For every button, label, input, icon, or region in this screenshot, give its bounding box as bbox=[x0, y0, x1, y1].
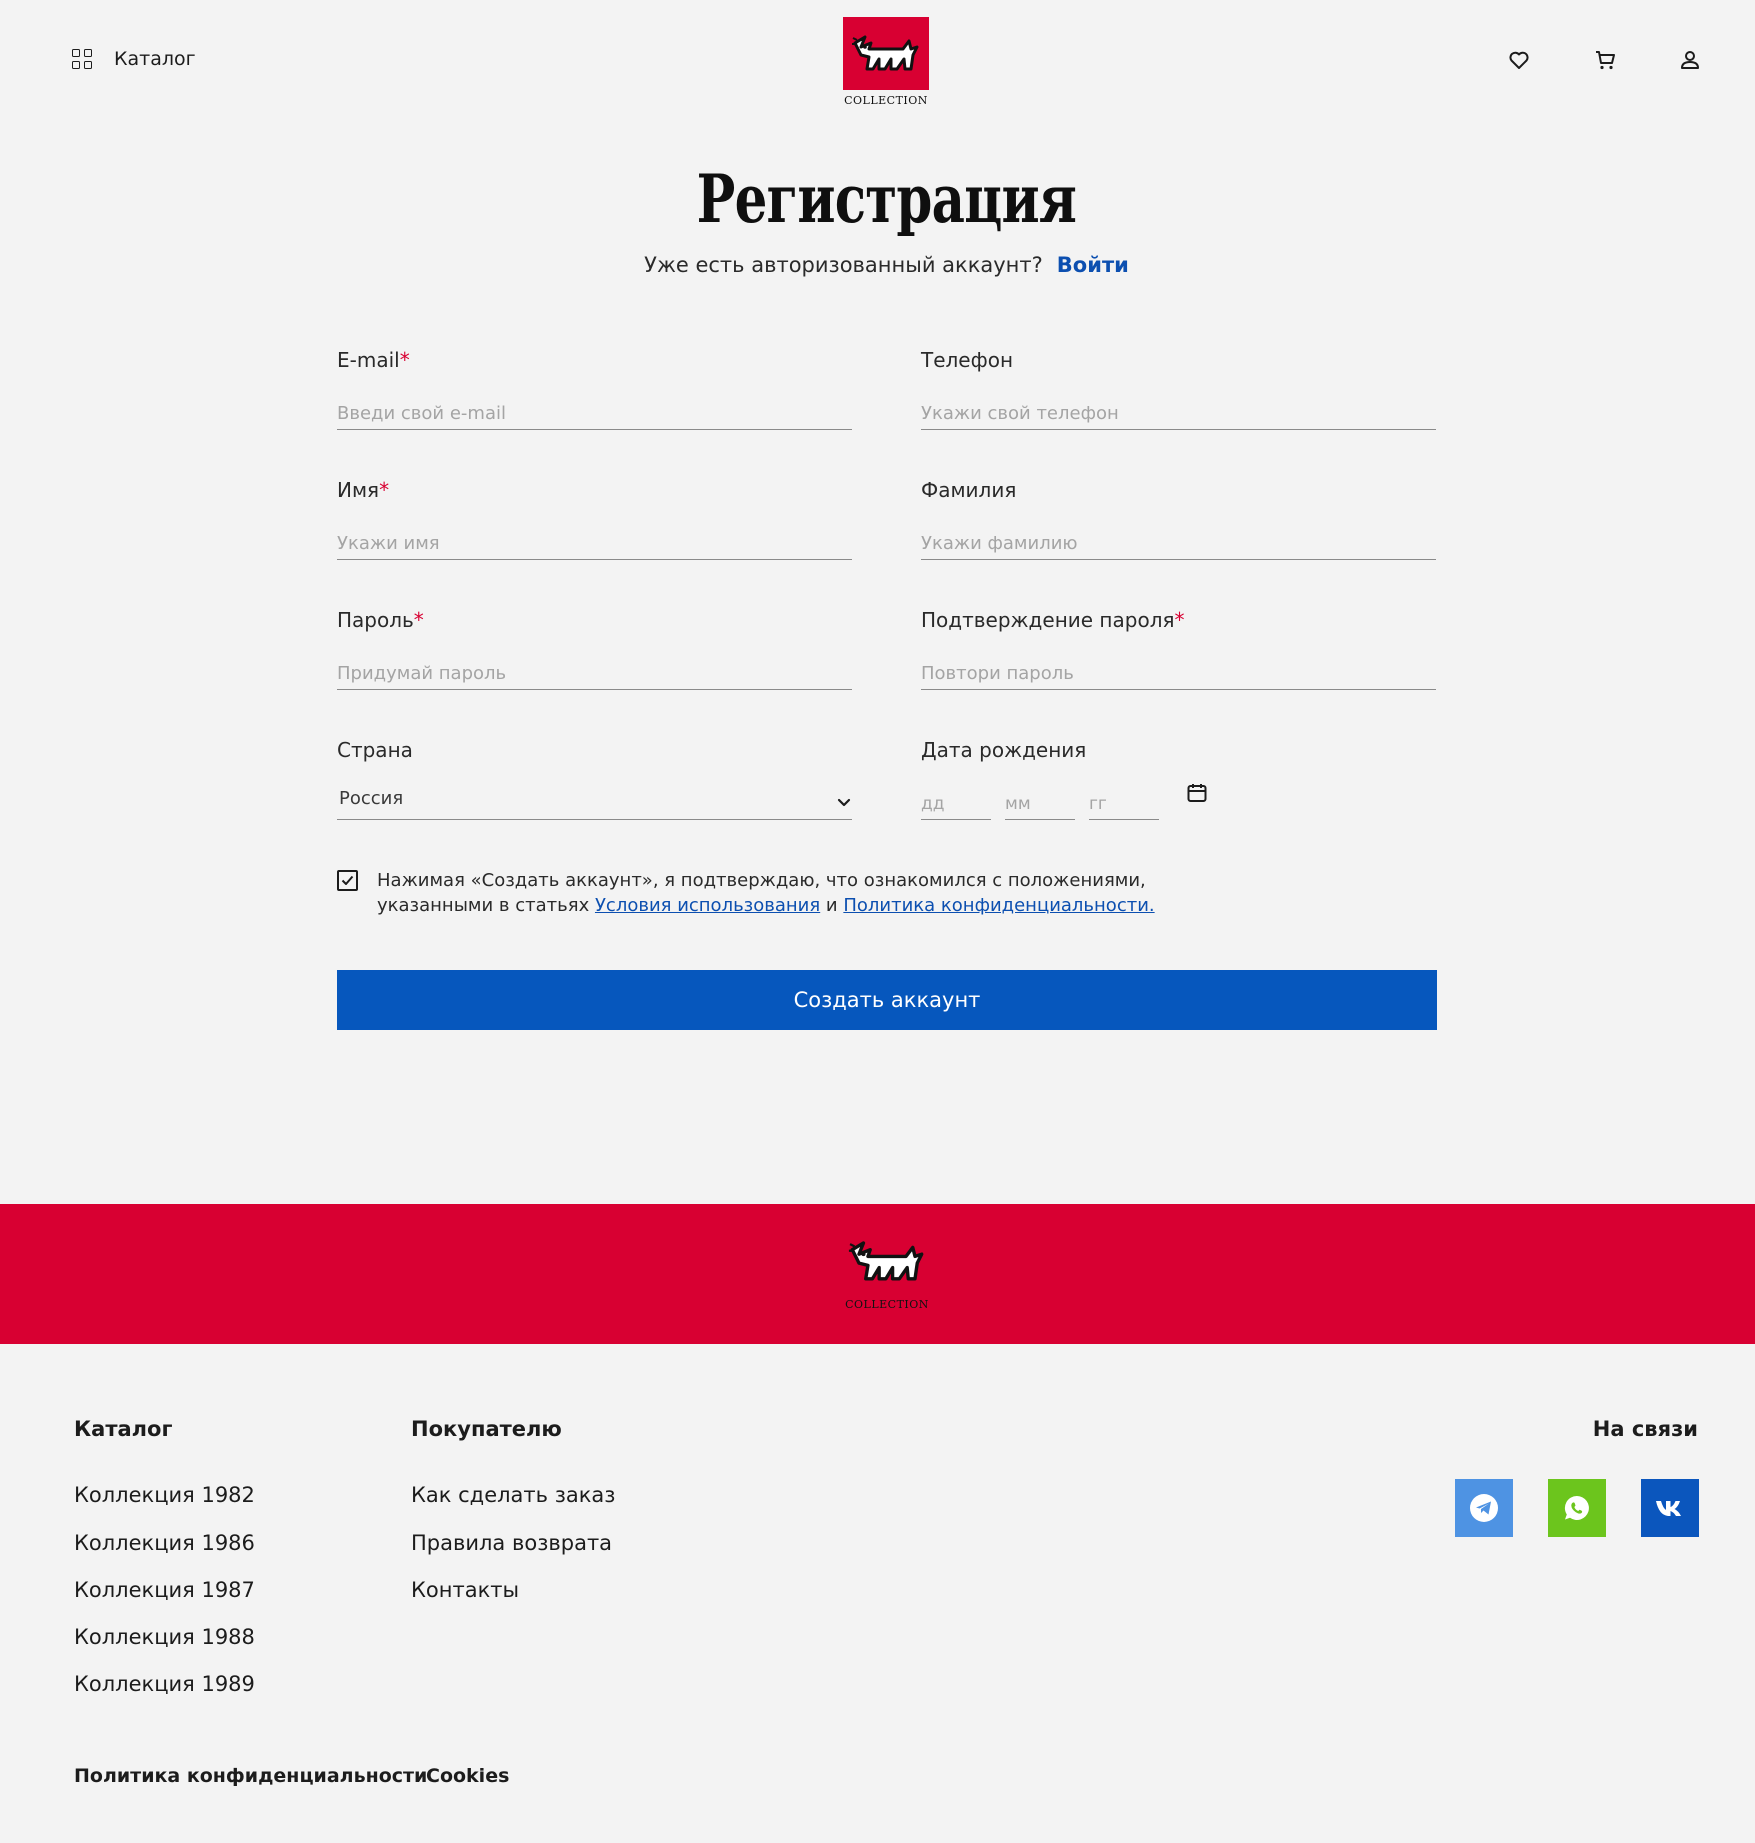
create-account-button[interactable]: Создать аккаунт bbox=[337, 970, 1437, 1030]
country-select-value: Россия bbox=[339, 788, 404, 809]
required-mark: * bbox=[379, 478, 390, 502]
chevron-down-icon bbox=[837, 798, 851, 807]
required-mark: * bbox=[399, 348, 410, 372]
heart-icon[interactable] bbox=[1507, 48, 1531, 72]
phone-label: Телефон bbox=[921, 348, 1014, 372]
footer-link-how-to-order[interactable]: Как сделать заказ bbox=[411, 1483, 615, 1507]
required-mark: * bbox=[413, 608, 424, 632]
cart-icon[interactable] bbox=[1593, 48, 1617, 72]
whatsapp-button[interactable] bbox=[1548, 1479, 1606, 1537]
email-label: E-mail* bbox=[337, 348, 410, 372]
password-label: Пароль* bbox=[337, 608, 424, 632]
vk-icon bbox=[1656, 1501, 1681, 1516]
checkmark-icon bbox=[341, 875, 354, 885]
footer-privacy-policy-link[interactable]: Политика конфиденциальности bbox=[74, 1765, 427, 1787]
footer-catalog-title: Каталог bbox=[74, 1417, 173, 1441]
required-mark: * bbox=[1174, 608, 1185, 632]
whatsapp-icon bbox=[1564, 1495, 1589, 1520]
email-field[interactable] bbox=[337, 398, 852, 430]
birthdate-field-group: Дата рождения bbox=[921, 738, 1436, 820]
login-link[interactable]: Войти bbox=[1057, 253, 1129, 277]
email-field-group: E-mail* bbox=[337, 348, 852, 430]
first-name-field-group: Имя* bbox=[337, 478, 852, 560]
phone-field[interactable] bbox=[921, 398, 1436, 430]
footer-link-returns[interactable]: Правила возврата bbox=[411, 1531, 612, 1555]
dog-logo-icon bbox=[848, 1241, 924, 1281]
password-confirm-field-group: Подтверждение пароля* bbox=[921, 608, 1436, 690]
country-field-group: Страна Россия bbox=[337, 738, 852, 820]
privacy-link[interactable]: Политика конфиденциальности. bbox=[843, 895, 1154, 916]
consent-text: Нажимая «Создать аккаунт», я подтверждаю… bbox=[377, 870, 1155, 916]
login-prompt-text: Уже есть авторизованный аккаунт? bbox=[644, 253, 1043, 277]
footer-contact-title: На связи bbox=[1592, 1417, 1698, 1441]
page-title: Регистрация bbox=[696, 160, 1077, 238]
password-confirm-field[interactable] bbox=[921, 658, 1436, 690]
catalog-label: Каталог bbox=[114, 48, 196, 70]
birth-month-field[interactable] bbox=[1005, 788, 1075, 820]
footer-logo[interactable]: COLLECTION bbox=[845, 1234, 929, 1311]
dog-logo-icon bbox=[843, 17, 929, 90]
birth-year-field[interactable] bbox=[1089, 788, 1159, 820]
birthdate-label: Дата рождения bbox=[921, 738, 1087, 762]
calendar-icon[interactable] bbox=[1186, 782, 1208, 804]
footer-link-contacts[interactable]: Контакты bbox=[411, 1578, 519, 1602]
login-prompt-row: Уже есть авторизованный аккаунт? Войти bbox=[0, 253, 1755, 277]
footer-brand-band: COLLECTION bbox=[0, 1204, 1755, 1344]
vk-button[interactable] bbox=[1641, 1479, 1699, 1537]
first-name-label: Имя* bbox=[337, 478, 390, 502]
footer-buyer-title: Покупателю bbox=[411, 1417, 562, 1441]
last-name-field[interactable] bbox=[921, 528, 1436, 560]
footer-link-collection-1987[interactable]: Коллекция 1987 bbox=[74, 1578, 255, 1602]
last-name-field-group: Фамилия bbox=[921, 478, 1436, 560]
footer-link-collection-1986[interactable]: Коллекция 1986 bbox=[74, 1531, 255, 1555]
phone-field-group: Телефон bbox=[921, 348, 1436, 430]
grid-icon bbox=[72, 49, 92, 69]
first-name-field[interactable] bbox=[337, 528, 852, 560]
birth-day-field[interactable] bbox=[921, 788, 991, 820]
logo[interactable]: COLLECTION bbox=[843, 17, 929, 111]
consent-checkbox[interactable] bbox=[337, 870, 358, 891]
password-confirm-label: Подтверждение пароля* bbox=[921, 608, 1185, 632]
header: Каталог COLLECTION bbox=[0, 0, 1755, 120]
catalog-menu-button[interactable]: Каталог bbox=[72, 48, 196, 70]
terms-link[interactable]: Условия использования bbox=[595, 895, 820, 916]
country-label: Страна bbox=[337, 738, 413, 762]
user-icon[interactable] bbox=[1678, 48, 1702, 72]
country-select[interactable]: Россия bbox=[337, 788, 852, 820]
telegram-button[interactable] bbox=[1455, 1479, 1513, 1537]
footer-cookies-link[interactable]: Cookies bbox=[426, 1765, 509, 1787]
password-field-group: Пароль* bbox=[337, 608, 852, 690]
footer-link-collection-1989[interactable]: Коллекция 1989 bbox=[74, 1672, 255, 1696]
password-field[interactable] bbox=[337, 658, 852, 690]
last-name-label: Фамилия bbox=[921, 478, 1017, 502]
footer-link-collection-1982[interactable]: Коллекция 1982 bbox=[74, 1483, 255, 1507]
footer-logo-wordmark: COLLECTION bbox=[845, 1298, 929, 1311]
footer-link-collection-1988[interactable]: Коллекция 1988 bbox=[74, 1625, 255, 1649]
telegram-icon bbox=[1470, 1494, 1498, 1522]
logo-wordmark: COLLECTION bbox=[844, 94, 928, 107]
